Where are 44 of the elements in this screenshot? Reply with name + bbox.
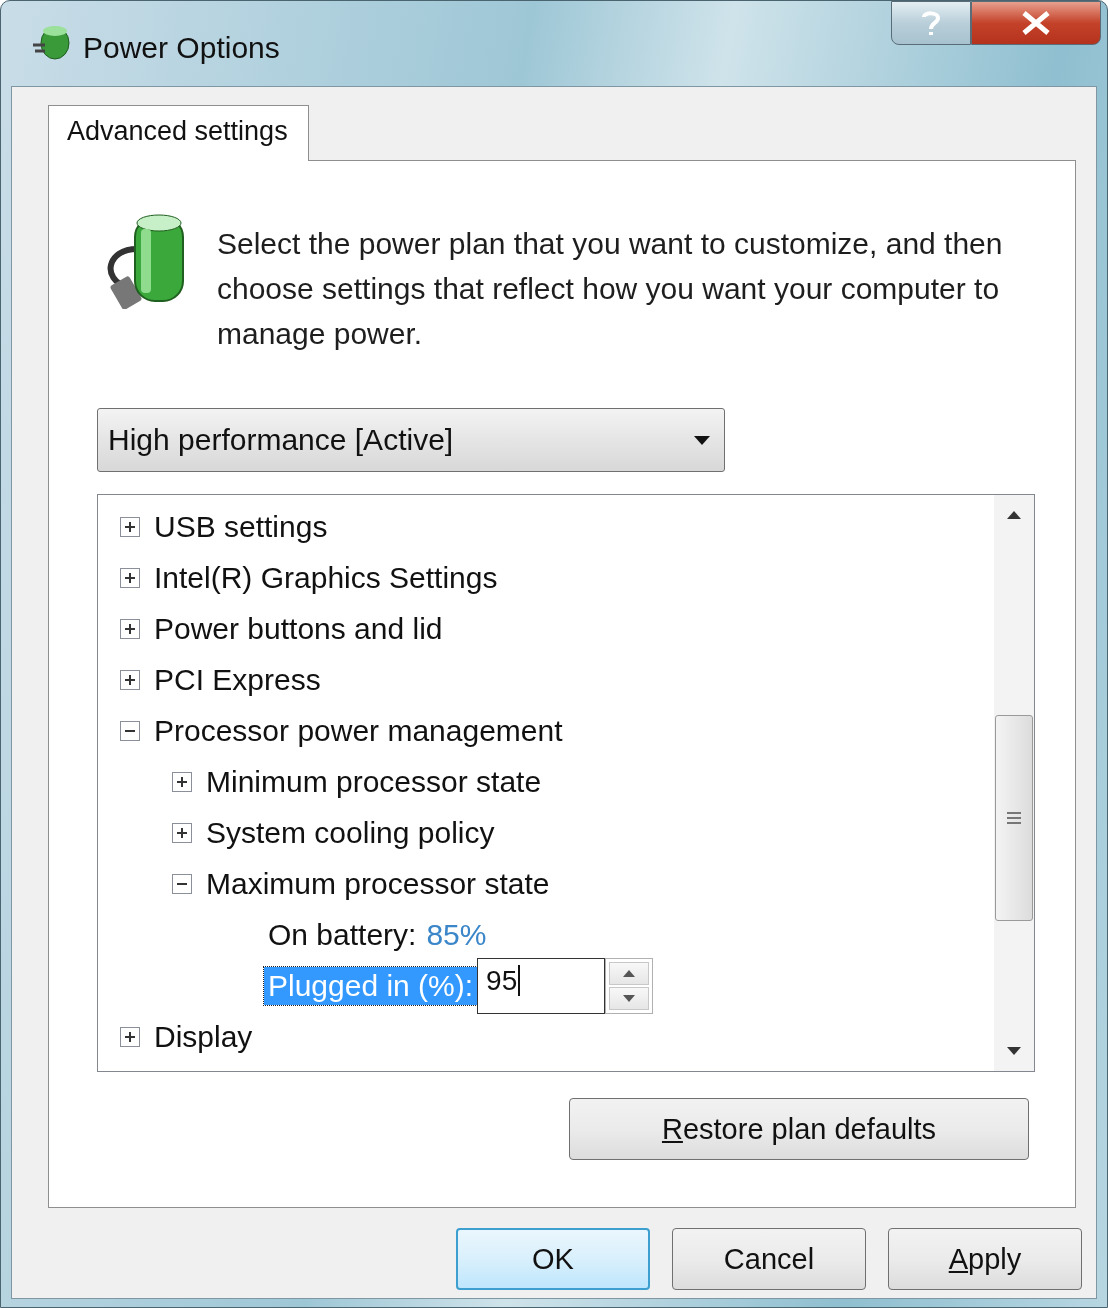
tree-item[interactable]: Minimum processor state — [206, 764, 542, 799]
value-input-field[interactable]: 95 — [477, 957, 606, 1014]
tree-item[interactable]: PCI Express — [154, 662, 321, 697]
down-arrow-icon — [1007, 1047, 1021, 1055]
up-arrow-icon — [1007, 511, 1021, 519]
plan-dropdown[interactable]: High performance [Active] — [97, 408, 725, 472]
close-button[interactable] — [971, 1, 1101, 45]
collapse-icon[interactable] — [172, 873, 192, 894]
up-arrow-icon — [623, 969, 636, 977]
tree-item[interactable]: Intel(R) Graphics Settings — [154, 560, 498, 595]
expand-icon[interactable] — [120, 669, 140, 690]
spin-down-button[interactable] — [609, 986, 650, 1010]
tree-item[interactable]: Maximum processor state — [206, 866, 550, 901]
help-icon — [921, 9, 941, 37]
expand-icon[interactable] — [120, 516, 140, 537]
dropdown-arrow-icon — [694, 435, 710, 445]
restore-defaults-button[interactable]: Restore plan defaults — [569, 1098, 1029, 1160]
tab[interactable]: Advanced settings — [48, 105, 309, 161]
expand-icon[interactable] — [172, 771, 192, 792]
spin-up-button[interactable] — [609, 961, 650, 985]
collapse-icon[interactable] — [120, 720, 140, 741]
description-text: Select the power plan that you want to customize, and then choose settings that reflect how you want your computer to manage power. — [217, 226, 1004, 352]
down-arrow-icon — [623, 994, 636, 1002]
setting-label[interactable]: On battery: — [264, 915, 421, 954]
window-title: Power Options — [83, 31, 281, 65]
tree-item[interactable]: Display — [154, 1019, 253, 1054]
grip-icon — [1007, 812, 1021, 824]
spin-control[interactable] — [605, 957, 654, 1014]
expand-icon[interactable] — [172, 822, 192, 843]
help-button[interactable] — [891, 1, 971, 45]
expand-icon[interactable] — [120, 1026, 140, 1047]
scroll-thumb[interactable] — [995, 715, 1033, 921]
setting-value[interactable]: 85% — [426, 917, 487, 952]
tree-item[interactable]: USB settings — [154, 509, 328, 544]
dialog-button[interactable]: OK — [456, 1228, 650, 1290]
tree-item[interactable]: Power buttons and lid — [154, 611, 443, 646]
scrollbar[interactable] — [994, 495, 1034, 1071]
close-icon — [1021, 11, 1051, 35]
expand-icon[interactable] — [120, 618, 140, 639]
expand-icon[interactable] — [120, 567, 140, 588]
tree-item[interactable]: Processor power management — [154, 713, 563, 748]
dialog-button[interactable]: Cancel — [672, 1228, 866, 1290]
dialog-button[interactable]: Apply — [888, 1228, 1082, 1290]
tree-item[interactable]: System cooling policy — [206, 815, 495, 850]
